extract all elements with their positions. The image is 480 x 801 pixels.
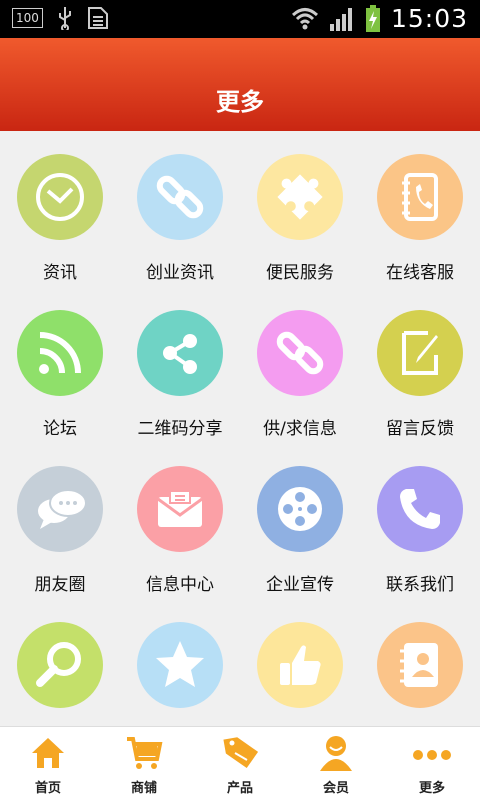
edit-icon (402, 331, 438, 375)
sim-card-icon (87, 7, 108, 29)
grid-item-startup-news[interactable]: 创业资讯 (120, 131, 240, 287)
mail-icon (157, 490, 203, 527)
status-bar: 100 15:03 (0, 0, 480, 38)
circle-bg (17, 466, 103, 552)
tab-label: 更多 (418, 781, 445, 796)
grid-item-label: 在线客服 (386, 263, 454, 283)
battery-level-badge: 100 (12, 8, 43, 28)
grid-item-label: 资讯 (43, 263, 77, 283)
tab-label: 商铺 (130, 781, 157, 796)
circle-bg (137, 622, 223, 708)
grid-item-supply-demand[interactable]: 供/求信息 (240, 287, 360, 443)
clock-icon (36, 173, 84, 221)
star-icon (156, 641, 204, 687)
cart-icon (127, 737, 163, 769)
battery-charging-icon (365, 4, 380, 32)
tab-more[interactable]: 更多 (384, 727, 480, 801)
tab-products[interactable]: 产品 (192, 727, 288, 801)
grid-item-search[interactable] (0, 599, 120, 726)
grid-item-label: 供/求信息 (263, 419, 337, 439)
grid-item-contacts[interactable] (360, 599, 480, 726)
tab-members[interactable]: 会员 (288, 727, 384, 801)
circle-bg (137, 466, 223, 552)
grid-item-like[interactable] (240, 599, 360, 726)
feature-grid: 资讯 创业资讯 便民服务 在线客服 论坛 二维码分享 供/求信息 留言反馈 朋友… (0, 131, 480, 726)
grid-item-label: 留言反馈 (386, 419, 454, 439)
link-icon (276, 331, 324, 375)
grid-item-label: 论坛 (43, 419, 77, 439)
contacts-icon (400, 643, 438, 687)
chat-bubbles-icon (38, 489, 87, 529)
circle-bg (377, 310, 463, 396)
circle-bg (137, 154, 223, 240)
sale-tag-icon (223, 737, 259, 769)
grid-item-label: 联系我们 (386, 575, 454, 595)
grid-item-online-support[interactable]: 在线客服 (360, 131, 480, 287)
grid-item-label: 朋友圈 (34, 575, 86, 595)
circle-bg (137, 310, 223, 396)
grid-item-label: 便民服务 (266, 263, 334, 283)
page-title: 更多 (216, 88, 264, 116)
circle-bg (377, 466, 463, 552)
grid-item-contact-us[interactable]: 联系我们 (360, 443, 480, 599)
grid-item-label: 创业资讯 (146, 263, 214, 283)
circle-bg (17, 310, 103, 396)
rss-icon (39, 332, 81, 374)
bottom-tab-bar: 首页 商铺 产品 会员 更多 (0, 726, 480, 801)
circle-bg (377, 154, 463, 240)
grid-item-corporate-promo[interactable]: 企业宣传 (240, 443, 360, 599)
share-icon (163, 334, 197, 374)
grid-item-public-service[interactable]: 便民服务 (240, 131, 360, 287)
grid-item-message-center[interactable]: 信息中心 (120, 443, 240, 599)
tab-shops[interactable]: 商铺 (96, 727, 192, 801)
circle-bg (257, 310, 343, 396)
tab-label: 会员 (322, 781, 349, 796)
page-header: 更多 (0, 38, 480, 131)
circle-bg (257, 622, 343, 708)
usb-icon (58, 7, 71, 30)
puzzle-icon (277, 174, 323, 220)
wifi-icon (291, 7, 318, 29)
grid-item-qr-share[interactable]: 二维码分享 (120, 287, 240, 443)
thumbs-up-icon (280, 645, 321, 685)
tab-label: 首页 (34, 781, 61, 796)
phone-icon (400, 489, 440, 529)
search-icon (36, 642, 81, 687)
grid-item-label: 信息中心 (146, 575, 214, 595)
film-reel-icon (278, 487, 322, 531)
tab-home[interactable]: 首页 (0, 727, 96, 801)
more-dots-icon (413, 750, 451, 760)
circle-bg (17, 622, 103, 708)
signal-icon (329, 7, 352, 31)
circle-bg (377, 622, 463, 708)
phone-book-icon (402, 173, 438, 221)
home-icon (32, 738, 64, 768)
circle-bg (257, 466, 343, 552)
circle-bg (17, 154, 103, 240)
grid-item-news[interactable]: 资讯 (0, 131, 120, 287)
grid-item-feedback[interactable]: 留言反馈 (360, 287, 480, 443)
grid-item-favorites[interactable] (120, 599, 240, 726)
clock-time: 15:03 (390, 4, 468, 33)
grid-item-moments[interactable]: 朋友圈 (0, 443, 120, 599)
grid-item-forum[interactable]: 论坛 (0, 287, 120, 443)
tab-label: 产品 (226, 781, 253, 796)
grid-item-label: 企业宣传 (266, 575, 334, 595)
grid-item-label: 二维码分享 (137, 419, 223, 439)
link-icon (156, 175, 204, 219)
user-icon (320, 736, 352, 771)
circle-bg (257, 154, 343, 240)
